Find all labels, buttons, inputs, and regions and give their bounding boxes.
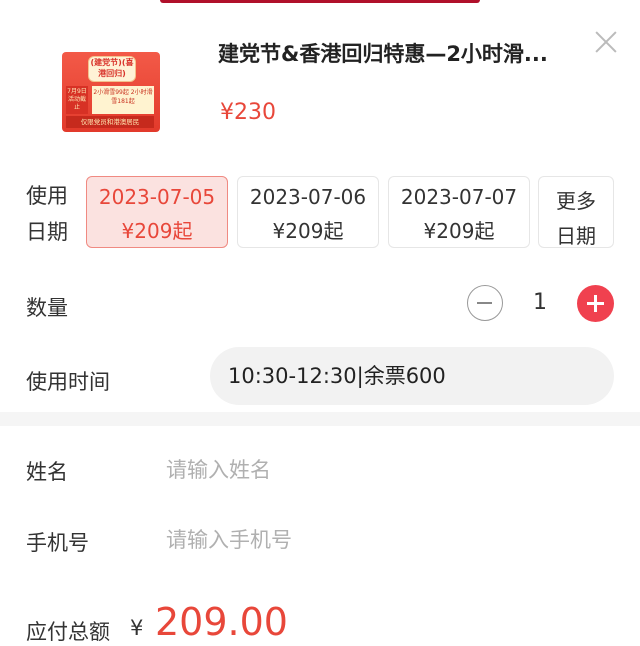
date-option-1[interactable]: 2023-07-06 ¥209起 — [237, 176, 379, 248]
date-option-price: ¥209起 — [121, 219, 193, 243]
total-currency: ¥ — [130, 616, 144, 640]
date-option-price: ¥209起 — [272, 219, 344, 243]
minus-icon[interactable] — [467, 285, 503, 321]
time-label: 使用时间 — [26, 370, 110, 394]
name-label: 姓名 — [26, 460, 68, 484]
section-divider — [0, 412, 640, 426]
product-image-deadline: 7月9日活动截止 — [66, 86, 88, 114]
product-image-footer: 仅限党员和港澳居民 — [66, 116, 154, 128]
close-icon[interactable] — [590, 26, 622, 58]
total-label: 应付总额 — [26, 620, 110, 644]
date-option-2[interactable]: 2023-07-07 ¥209起 — [388, 176, 530, 248]
date-option-0[interactable]: 2023-07-05 ¥209起 — [86, 176, 228, 248]
product-title: 建党节&香港回归特惠—2小时滑... — [218, 42, 548, 66]
phone-input[interactable] — [166, 520, 586, 560]
product-image: (建党节)(喜港回归) 7月9日活动截止 2小滑雪99起 2小时滑雪181起 仅… — [52, 40, 170, 136]
product-image-panel: (建党节)(喜港回归) 7月9日活动截止 2小滑雪99起 2小时滑雪181起 仅… — [62, 52, 160, 132]
date-option-date: 2023-07-07 — [400, 185, 518, 209]
sheet-top-accent — [160, 0, 480, 3]
name-input[interactable] — [166, 450, 586, 490]
product-image-offer: 2小滑雪99起 2小时滑雪181起 — [92, 86, 154, 114]
phone-label: 手机号 — [26, 531, 89, 555]
quantity-value: 1 — [533, 290, 547, 315]
time-slot-selector[interactable]: 10:30-12:30|余票600 — [210, 347, 614, 405]
date-option-date: 2023-07-05 — [98, 185, 216, 209]
more-dates-line1: 更多 — [556, 189, 596, 213]
product-price: ¥230 — [220, 100, 276, 125]
product-image-pill: (建党节)(喜港回归) — [88, 56, 136, 82]
date-label: 使用日期 — [26, 184, 68, 244]
quantity-label: 数量 — [26, 296, 68, 320]
more-dates-button[interactable]: 更多 日期 — [538, 176, 614, 248]
more-dates-line2: 日期 — [556, 224, 596, 248]
plus-icon[interactable] — [577, 285, 614, 322]
date-option-date: 2023-07-06 — [249, 185, 367, 209]
date-option-price: ¥209起 — [423, 219, 495, 243]
total-amount: 209.00 — [155, 600, 288, 644]
